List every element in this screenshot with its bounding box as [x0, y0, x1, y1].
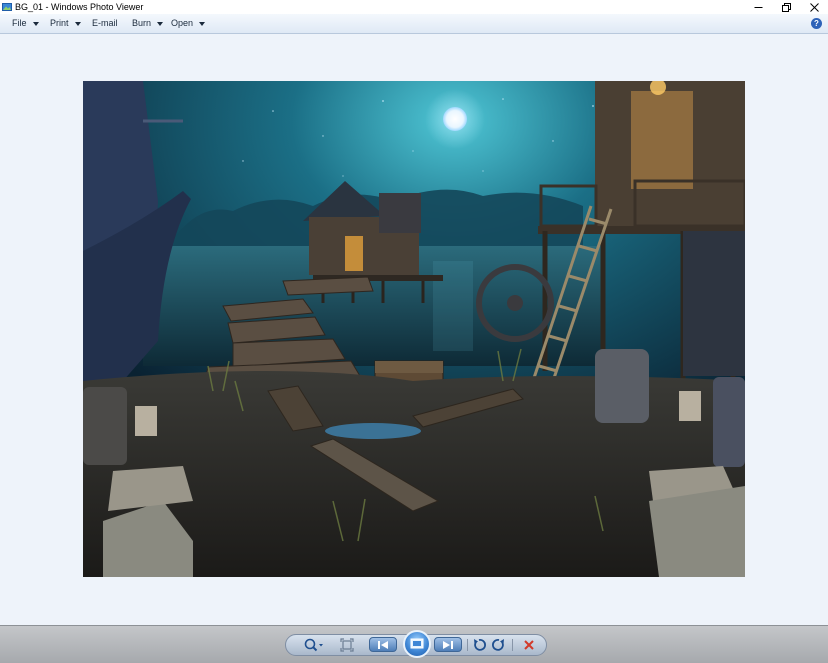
next-button[interactable]	[434, 637, 462, 652]
chevron-down-icon	[157, 21, 164, 26]
help-button[interactable]: ?	[811, 18, 822, 29]
rotate-counterclockwise-button[interactable]	[470, 638, 488, 652]
file-menu-label: File	[12, 18, 27, 28]
image-view-area[interactable]	[0, 34, 828, 625]
burn-menu-label: Burn	[132, 18, 152, 28]
minimize-icon	[754, 6, 762, 8]
rotate-counterclockwise-icon	[474, 639, 486, 651]
open-menu[interactable]: Open	[171, 14, 206, 33]
chevron-down-icon	[74, 21, 81, 26]
chevron-down-icon	[199, 21, 206, 26]
email-label: E-mail	[92, 18, 118, 28]
email-button[interactable]: E-mail	[92, 14, 118, 33]
delete-button[interactable]	[520, 638, 538, 652]
rotate-clockwise-icon	[492, 639, 504, 651]
fantasy-night-lake-scene	[83, 81, 745, 577]
rotate-clockwise-button[interactable]	[490, 638, 508, 652]
displayed-photo[interactable]	[83, 81, 745, 577]
menu-bar: File Print E-mail Burn Open ?	[0, 14, 828, 34]
bottom-toolbar	[0, 625, 828, 663]
print-menu[interactable]: Print	[50, 14, 81, 33]
help-icon: ?	[814, 19, 819, 28]
playback-controls	[285, 630, 547, 658]
toolbar-separator	[512, 639, 513, 651]
burn-menu[interactable]: Burn	[132, 14, 164, 33]
close-button[interactable]	[800, 0, 828, 14]
close-icon	[809, 2, 819, 12]
zoom-icon	[304, 638, 323, 652]
actual-size-button[interactable]	[338, 638, 356, 652]
open-menu-label: Open	[171, 18, 194, 28]
restore-button[interactable]	[772, 0, 800, 14]
window-controls	[744, 0, 828, 14]
slideshow-button[interactable]	[403, 630, 431, 658]
title-bar: BG_01 - Windows Photo Viewer	[0, 0, 828, 14]
toolbar-separator	[467, 639, 468, 651]
restore-icon	[781, 2, 791, 12]
slideshow-icon	[410, 638, 424, 649]
print-menu-label: Print	[50, 18, 69, 28]
previous-button[interactable]	[369, 637, 397, 652]
zoom-button[interactable]	[302, 638, 326, 652]
previous-icon	[378, 640, 388, 649]
photo-viewer-app-icon	[2, 3, 12, 11]
file-menu[interactable]: File	[12, 14, 39, 33]
actual-size-icon	[340, 638, 354, 652]
minimize-button[interactable]	[744, 0, 772, 14]
window-title: BG_01 - Windows Photo Viewer	[15, 2, 144, 12]
next-icon	[443, 640, 453, 649]
delete-icon	[524, 640, 534, 650]
chevron-down-icon	[32, 21, 39, 26]
